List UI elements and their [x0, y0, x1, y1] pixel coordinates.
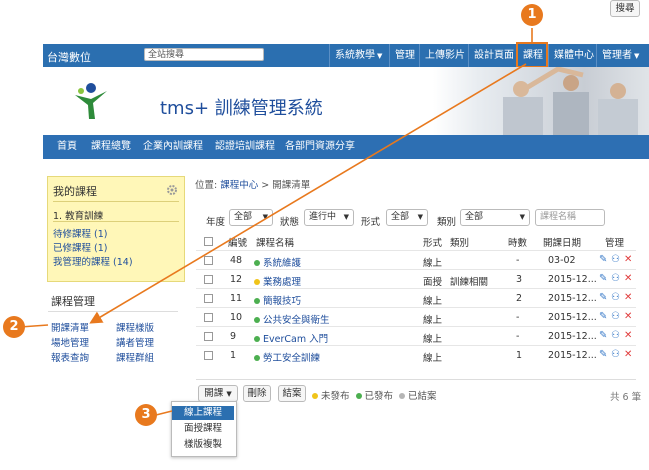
step-badge-2: 2 [3, 316, 25, 338]
step-badge-3: 3 [135, 404, 157, 426]
badge-connector [155, 410, 173, 416]
annotation-arrow [89, 63, 527, 324]
annotation-overlay [19, 28, 533, 416]
step-badge-1: 1 [521, 4, 543, 26]
